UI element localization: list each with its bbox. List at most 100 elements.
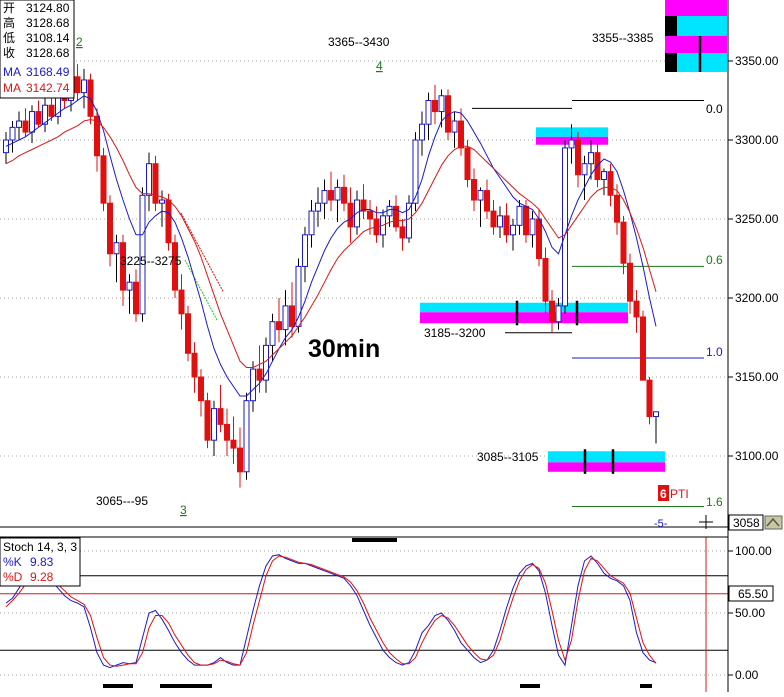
zone-band-magenta	[548, 462, 665, 472]
candle-body	[9, 126, 16, 141]
candle-body	[211, 408, 217, 441]
candle-body	[516, 205, 523, 226]
candle-body	[269, 321, 276, 346]
zone-mid-left-label: 3225--3275	[120, 254, 182, 268]
candle-body	[146, 163, 152, 196]
candle-body	[81, 79, 87, 94]
candle-body	[276, 321, 282, 331]
candle-body	[22, 120, 29, 133]
stoch-signal-bar	[160, 684, 212, 688]
zone-band-magenta	[420, 312, 628, 324]
candle-body	[126, 281, 133, 291]
open-value: 3124.80	[26, 1, 70, 15]
zone-top-label: 3355--3385	[592, 31, 654, 45]
zone-marker	[665, 16, 677, 36]
candle-body	[35, 111, 42, 125]
stoch-title: Stoch 14, 3, 3	[3, 540, 77, 554]
candle-body	[477, 190, 484, 201]
stoch-k-label: %K	[3, 555, 22, 569]
candle-body	[549, 300, 555, 323]
candle-body	[256, 368, 263, 381]
stochastic-panel: 0.00 50.00 100.00	[0, 537, 772, 692]
stoch-k-value: 9.83	[30, 555, 54, 569]
candle-body	[367, 210, 373, 220]
candle-body	[113, 242, 120, 255]
candle-body	[536, 218, 542, 259]
stoch-d-label: %D	[3, 570, 23, 584]
candle-body	[484, 190, 490, 212]
chart-canvas[interactable]: 3100.003150.003200.003250.003300.003350.…	[0, 0, 784, 692]
candle-body	[204, 400, 211, 441]
pti-number: 6	[660, 487, 667, 501]
candle-body	[263, 344, 269, 381]
candle-body	[451, 120, 458, 133]
open-label: 开	[3, 1, 15, 15]
candle-body	[178, 289, 185, 315]
close-label: 收	[3, 46, 15, 60]
candle-body	[243, 400, 250, 473]
price-grid	[0, 60, 728, 457]
candle-body	[503, 215, 510, 236]
candle-body	[562, 147, 568, 307]
price-tick-label: 3100.00	[735, 449, 779, 463]
candle-body	[29, 111, 35, 133]
zone-band-cyan	[420, 302, 628, 313]
ma-slow-label: MA	[3, 81, 21, 95]
low-value: 3108.14	[26, 31, 70, 45]
candle-body	[529, 218, 536, 236]
fib-0-label: 0.0	[706, 102, 723, 116]
candle-body	[510, 224, 516, 236]
candle-body	[412, 139, 419, 204]
candle-body	[653, 411, 659, 418]
zone-mid-label: 3185--3200	[424, 326, 486, 340]
price-tick-label: 3350.00	[735, 54, 779, 68]
stoch-tick-label: 50.00	[735, 606, 765, 620]
candle-body	[575, 139, 581, 176]
ma-fast-label: MA	[3, 65, 21, 79]
zone-low-label: 3085--3105	[477, 450, 539, 464]
candle-body	[74, 76, 81, 94]
candle-body	[640, 316, 646, 381]
candle-body	[237, 447, 243, 473]
candle-body	[555, 305, 562, 323]
candle-body	[490, 210, 497, 228]
close-value: 3128.68	[26, 46, 70, 60]
candle-body	[282, 305, 289, 331]
price-tick-label: 3300.00	[735, 133, 779, 147]
candle-body	[432, 100, 438, 113]
candle-body	[321, 190, 328, 204]
stoch-signal-bar	[640, 684, 652, 688]
wave-4-label: 4	[376, 59, 383, 73]
candle-body	[224, 423, 230, 441]
wave-5-label: -5-	[654, 518, 668, 530]
candle-body	[646, 379, 653, 418]
candle-body	[425, 100, 432, 125]
price-tick-label: 3150.00	[735, 370, 779, 384]
candle-body	[133, 281, 139, 315]
candle-body	[107, 202, 113, 255]
candle-body	[627, 262, 633, 302]
candle-body	[620, 221, 627, 264]
candle-body	[165, 199, 172, 244]
candle-body	[588, 152, 594, 165]
scale-toggle-icon[interactable]	[764, 515, 783, 530]
candle-body	[607, 171, 614, 196]
zone-band-cyan	[548, 451, 665, 463]
zone-upper-label: 3365--3430	[328, 35, 390, 49]
candle-body	[471, 179, 477, 201]
wave-2-label: 2	[76, 35, 83, 49]
candle-body	[16, 120, 22, 128]
candle-body	[250, 368, 256, 402]
candle-body	[159, 199, 165, 204]
timeframe-label: 30min	[308, 335, 380, 363]
candle-body	[308, 210, 315, 236]
candle-body	[419, 123, 425, 141]
candle-body	[497, 215, 503, 228]
candle-body	[334, 186, 341, 201]
candle-body	[347, 202, 354, 228]
zone-bottom-label: 3065---95	[96, 494, 148, 508]
ma-slow-value: 3142.74	[26, 81, 70, 95]
candle-body	[185, 313, 191, 354]
fib-06-label: 0.6	[706, 253, 723, 267]
candle-body	[581, 163, 588, 176]
